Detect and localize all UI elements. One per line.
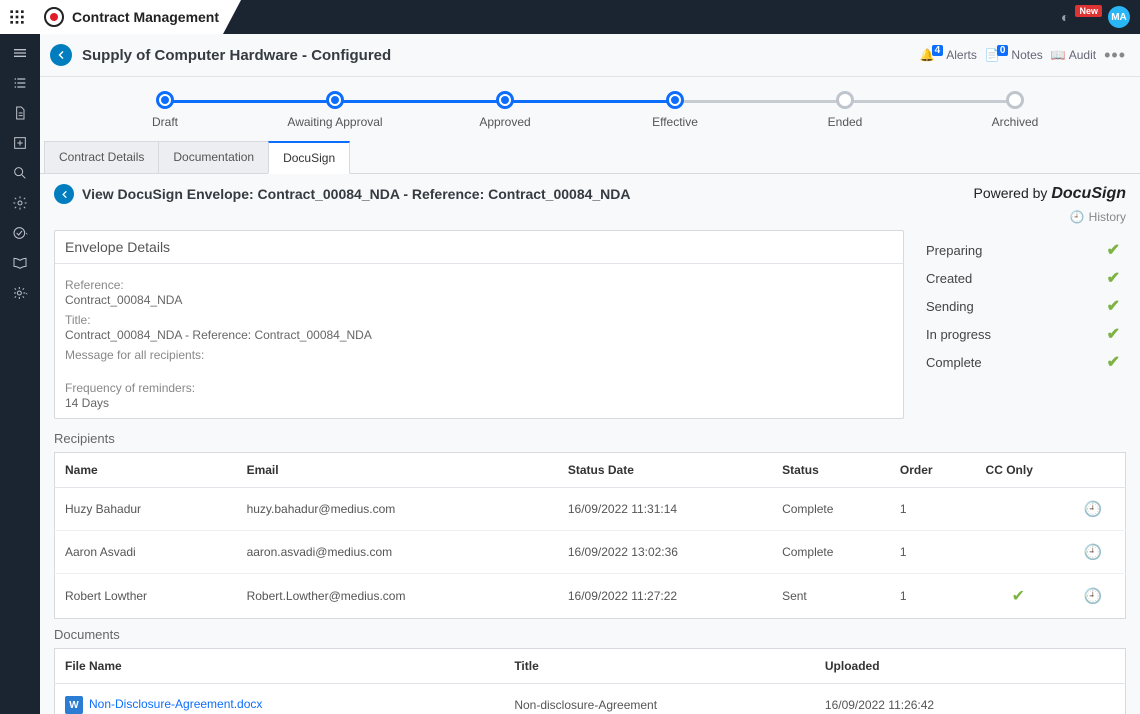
top-bar: Contract Management ◐ New MA xyxy=(0,0,1140,34)
detail-tabs: Contract DetailsDocumentationDocuSign xyxy=(40,135,1140,174)
check-icon: ✔ xyxy=(1107,296,1120,316)
status-complete: Complete✔ xyxy=(920,348,1126,376)
nav-add-icon[interactable] xyxy=(0,128,40,158)
notes-button[interactable]: 📄 0 Notes xyxy=(985,48,1043,62)
nav-check-icon[interactable] xyxy=(0,218,40,248)
documents-title: Documents xyxy=(54,627,1126,642)
app-logo-area[interactable]: Contract Management xyxy=(34,0,241,34)
alerts-button[interactable]: 🔔 4 Alerts xyxy=(920,48,977,62)
nav-search-icon[interactable] xyxy=(0,158,40,188)
user-avatar[interactable]: MA xyxy=(1108,6,1130,28)
tab-contract-details[interactable]: Contract Details xyxy=(44,141,159,173)
clock-icon[interactable]: 🕘 xyxy=(1084,501,1103,518)
status-sending: Sending✔ xyxy=(920,292,1126,320)
audit-button[interactable]: 📖 Audit xyxy=(1051,48,1096,62)
step-ended[interactable]: Ended xyxy=(760,91,930,129)
status-in-progress: In progress✔ xyxy=(920,320,1126,348)
envelope-details-card: Envelope Details Reference: Contract_000… xyxy=(54,230,904,419)
powered-by: Powered by DocuSign xyxy=(974,185,1127,203)
help-icon[interactable]: ◐ xyxy=(1061,9,1069,25)
table-row: WNon-Disclosure-Agreement.docxNon-disclo… xyxy=(55,684,1126,714)
envelope-back-button[interactable] xyxy=(54,184,74,204)
check-icon: ✔ xyxy=(1107,268,1120,288)
tab-docusign[interactable]: DocuSign xyxy=(268,141,350,174)
check-icon: ✔ xyxy=(1107,240,1120,260)
app-title: Contract Management xyxy=(72,9,219,25)
recipients-title: Recipients xyxy=(54,431,1126,446)
step-effective[interactable]: Effective xyxy=(590,91,760,129)
envelope-status-list: Preparing✔Created✔Sending✔In progress✔Co… xyxy=(920,230,1126,419)
page-header: Supply of Computer Hardware - Configured… xyxy=(40,34,1140,77)
nav-gear-icon[interactable] xyxy=(0,188,40,218)
left-sidebar xyxy=(0,34,40,714)
more-menu[interactable]: ••• xyxy=(1104,45,1126,66)
envelope-title: View DocuSign Envelope: Contract_00084_N… xyxy=(82,186,631,202)
word-doc-icon: W xyxy=(65,696,83,714)
documents-table: File Name Title Uploaded WNon-Disclosure… xyxy=(54,648,1126,714)
status-preparing: Preparing✔ xyxy=(920,236,1126,264)
new-badge: New xyxy=(1075,5,1102,17)
clock-icon[interactable]: 🕘 xyxy=(1084,544,1103,561)
audit-icon: 📖 xyxy=(1051,48,1066,62)
clock-icon[interactable]: 🕘 xyxy=(1084,588,1103,605)
nav-gear2-icon[interactable] xyxy=(0,278,40,308)
menu-toggle[interactable] xyxy=(0,38,40,68)
history-link[interactable]: 🕘 History xyxy=(54,210,1126,224)
table-row: Huzy Bahadurhuzy.bahadur@medius.com16/09… xyxy=(55,488,1126,531)
apps-grid-button[interactable] xyxy=(0,0,34,34)
check-icon: ✔ xyxy=(1107,352,1120,372)
clock-icon: 🕘 xyxy=(1070,210,1085,224)
logo-icon xyxy=(44,7,64,27)
back-button[interactable] xyxy=(50,44,72,66)
nav-document-icon[interactable] xyxy=(0,98,40,128)
step-awaiting-approval[interactable]: Awaiting Approval xyxy=(250,91,420,129)
document-link[interactable]: Non-Disclosure-Agreement.docx xyxy=(89,697,262,711)
nav-list-icon[interactable] xyxy=(0,68,40,98)
main-panel: Supply of Computer Hardware - Configured… xyxy=(40,34,1140,714)
check-icon: ✔ xyxy=(1012,588,1025,605)
tab-documentation[interactable]: Documentation xyxy=(158,141,269,173)
step-archived[interactable]: Archived xyxy=(930,91,1100,129)
table-row: Robert LowtherRobert.Lowther@medius.com1… xyxy=(55,574,1126,619)
check-icon: ✔ xyxy=(1107,324,1120,344)
status-created: Created✔ xyxy=(920,264,1126,292)
nav-book-icon[interactable] xyxy=(0,248,40,278)
workflow-stepper: DraftAwaiting ApprovalApprovedEffectiveE… xyxy=(40,77,1140,135)
recipients-table: Name Email Status Date Status Order CC O… xyxy=(54,452,1126,619)
table-row: Aaron Asvadiaaron.asvadi@medius.com16/09… xyxy=(55,531,1126,574)
step-approved[interactable]: Approved xyxy=(420,91,590,129)
step-draft[interactable]: Draft xyxy=(80,91,250,129)
envelope-card-title: Envelope Details xyxy=(55,231,903,264)
page-title: Supply of Computer Hardware - Configured xyxy=(82,47,391,64)
